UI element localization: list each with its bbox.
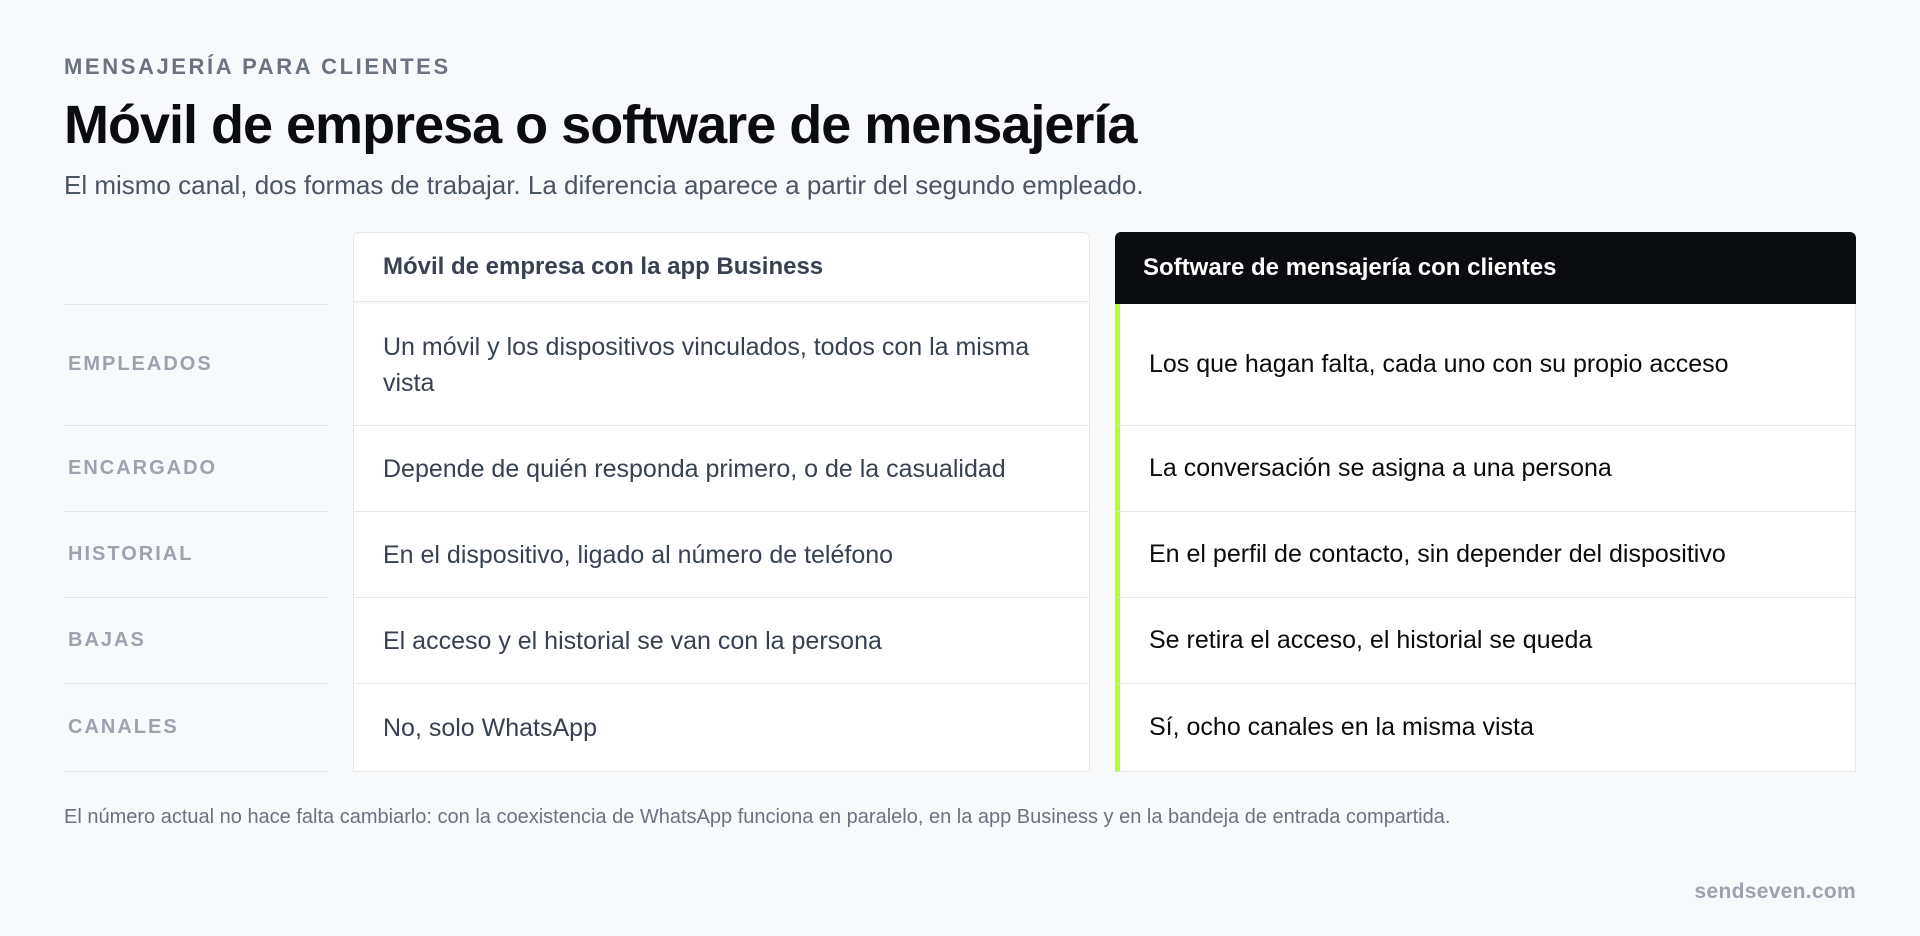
cell-business-app: El acceso y el historial se van con la p… bbox=[353, 598, 1090, 684]
cell-business-app: Un móvil y los dispositivos vinculados, … bbox=[353, 304, 1090, 426]
column-header-messaging-software: Software de mensajería con clientes bbox=[1115, 232, 1856, 304]
cell-messaging-software: La conversación se asigna a una persona bbox=[1115, 426, 1856, 512]
table-row-historial: HISTORIAL En el dispositivo, ligado al n… bbox=[64, 512, 1856, 598]
brand-link[interactable]: sendseven.com bbox=[1695, 880, 1856, 904]
cell-messaging-software: Los que hagan falta, cada uno con su pro… bbox=[1115, 304, 1856, 426]
page-subtitle: El mismo canal, dos formas de trabajar. … bbox=[64, 170, 1144, 200]
table-row-bajas: BAJAS El acceso y el historial se van co… bbox=[64, 598, 1856, 684]
cell-messaging-software: Se retira el acceso, el historial se que… bbox=[1115, 598, 1856, 684]
eyebrow-label: MENSAJERÍA PARA CLIENTES bbox=[64, 54, 451, 79]
row-label: EMPLEADOS bbox=[64, 304, 328, 426]
column-header-business-app: Móvil de empresa con la app Business bbox=[353, 232, 1090, 302]
cell-business-app: En el dispositivo, ligado al número de t… bbox=[353, 512, 1090, 598]
page-title: Móvil de empresa o software de mensajerí… bbox=[64, 95, 1137, 155]
cell-messaging-software: Sí, ocho canales en la misma vista bbox=[1115, 684, 1856, 772]
table-row-encargado: ENCARGADO Depende de quién responda prim… bbox=[64, 426, 1856, 512]
row-label: HISTORIAL bbox=[64, 512, 328, 598]
row-label: ENCARGADO bbox=[64, 426, 328, 512]
cell-business-app: No, solo WhatsApp bbox=[353, 684, 1090, 772]
cell-messaging-software: En el perfil de contacto, sin depender d… bbox=[1115, 512, 1856, 598]
table-row-empleados: EMPLEADOS Un móvil y los dispositivos vi… bbox=[64, 304, 1856, 426]
table-row-canales: CANALES No, solo WhatsApp Sí, ocho canal… bbox=[64, 684, 1856, 772]
footnote: El número actual no hace falta cambiarlo… bbox=[64, 806, 1451, 828]
row-label: BAJAS bbox=[64, 598, 328, 684]
row-label: CANALES bbox=[64, 684, 328, 772]
cell-business-app: Depende de quién responda primero, o de … bbox=[353, 426, 1090, 512]
